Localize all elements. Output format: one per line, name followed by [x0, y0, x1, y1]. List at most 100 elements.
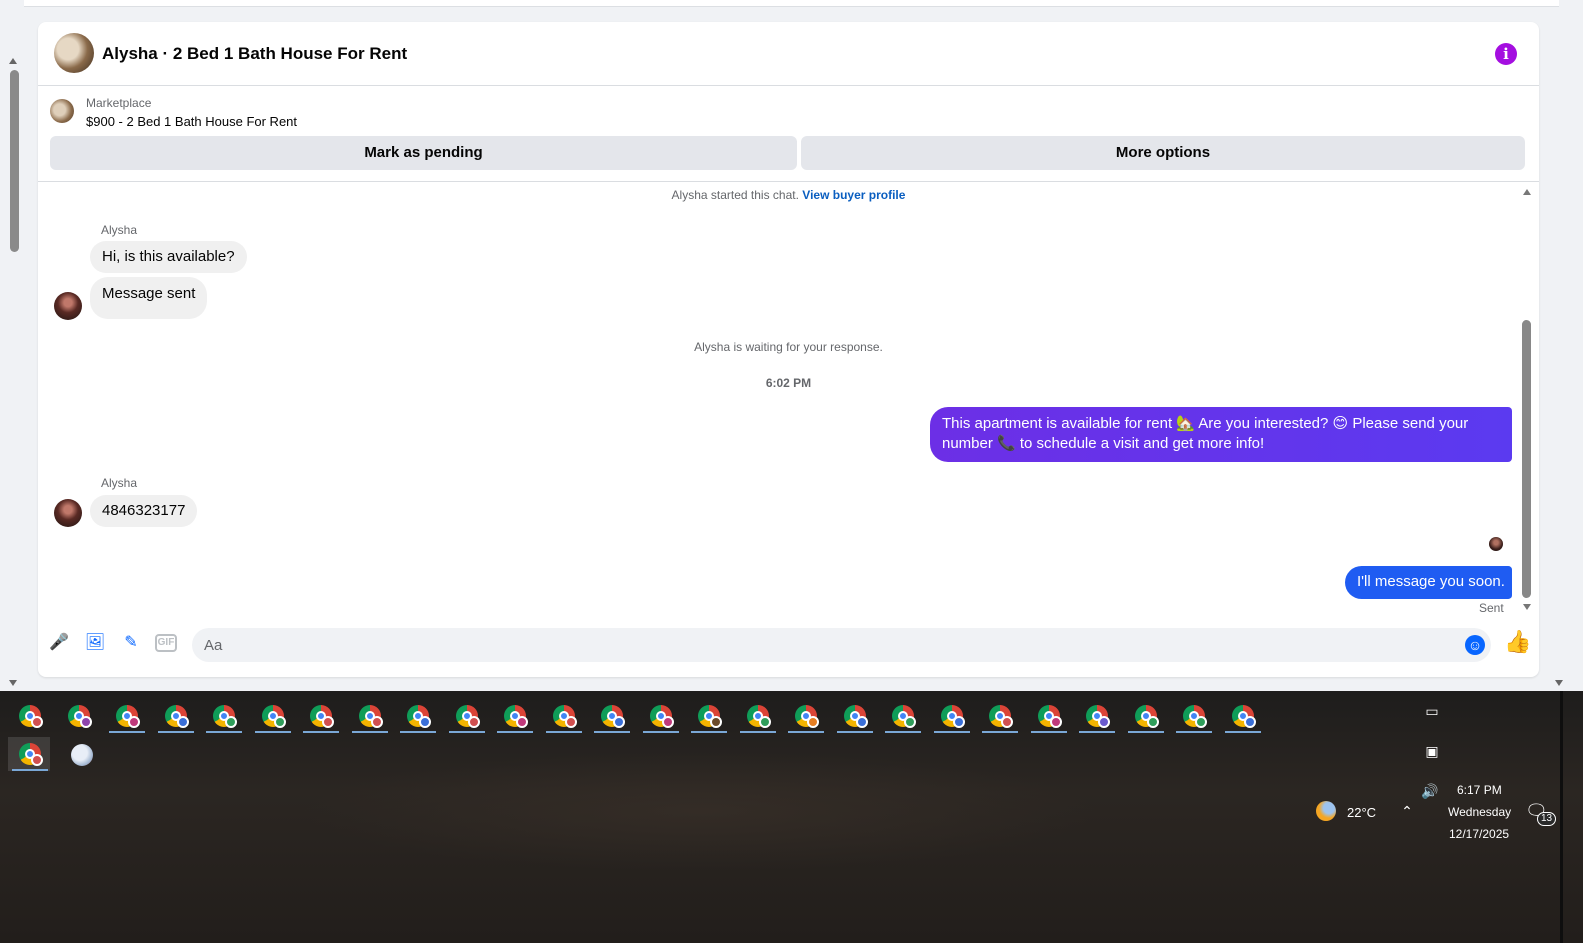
taskbar-chrome-window[interactable]: [784, 699, 826, 733]
profile-badge: [31, 754, 43, 766]
open-indicator: [448, 731, 485, 733]
scroll-down-arrow[interactable]: [9, 680, 17, 686]
mic-icon[interactable]: 🎤: [48, 632, 70, 654]
scroll-thumb[interactable]: [10, 70, 19, 252]
open-indicator: [739, 731, 776, 733]
thread-scroll-up-arrow[interactable]: [1523, 189, 1531, 195]
emoji-icon[interactable]: ☺: [1465, 635, 1485, 655]
sender-avatar[interactable]: [54, 292, 82, 320]
chevron-up-icon[interactable]: ⌃: [1399, 803, 1415, 820]
sender-name: Alysha: [101, 223, 138, 237]
pinned-app-icon: [71, 744, 93, 766]
taskbar-chrome-window[interactable]: [639, 699, 681, 733]
open-indicator: [691, 731, 727, 733]
taskbar-chrome-window[interactable]: [299, 699, 341, 733]
profile-badge: [31, 716, 43, 728]
open-indicator: [1030, 731, 1067, 733]
taskbar-chrome-window[interactable]: [1027, 699, 1069, 733]
taskbar-chrome-window[interactable]: [202, 699, 244, 733]
photo-icon[interactable]: 🖼: [84, 632, 106, 654]
profile-badge: [758, 716, 771, 728]
listing-thumbnail[interactable]: [50, 99, 74, 123]
open-indicator: [303, 731, 339, 733]
profile-badge: [273, 716, 286, 728]
taskbar-chrome-window[interactable]: [736, 699, 778, 733]
taskbar-pinned-app[interactable]: [66, 739, 98, 771]
sent-status: Sent: [1479, 601, 1504, 615]
like-icon[interactable]: 👍: [1504, 629, 1531, 655]
message-input[interactable]: [204, 628, 1444, 662]
profile-badge: [613, 716, 625, 728]
gif-icon[interactable]: GIF: [155, 634, 177, 652]
profile-badge: [564, 716, 577, 728]
taskbar-chrome-window[interactable]: [8, 699, 50, 733]
open-indicator: [206, 731, 242, 733]
taskbar-chrome-window[interactable]: [396, 699, 438, 733]
incoming-message[interactable]: Message sent: [90, 277, 208, 319]
view-buyer-profile-link[interactable]: View buyer profile: [802, 188, 905, 202]
volume-icon[interactable]: 🔊: [1421, 783, 1439, 800]
outgoing-message[interactable]: This apartment is available for rent 🏡 A…: [930, 407, 1512, 462]
taskbar-chrome-window[interactable]: [833, 699, 875, 733]
scroll-up-arrow[interactable]: [9, 58, 17, 64]
open-indicator: [109, 731, 145, 733]
profile-badge: [419, 716, 431, 728]
listing-avatar[interactable]: [54, 33, 94, 73]
taskbar-chrome-window[interactable]: [251, 699, 293, 733]
outgoing-message[interactable]: I'll message you soon.: [1345, 566, 1512, 599]
right-scroll-down-arrow[interactable]: [1555, 680, 1563, 686]
sender-avatar[interactable]: [54, 499, 82, 527]
mark-as-pending-button[interactable]: Mark as pending: [50, 136, 797, 170]
weather-temp[interactable]: 22°C: [1347, 805, 1376, 820]
active-indicator: [12, 769, 48, 771]
taskbar-chrome-window[interactable]: [105, 699, 147, 733]
sticker-icon[interactable]: ✎: [120, 632, 142, 654]
open-indicator: [1079, 731, 1115, 733]
taskbar-chrome-window[interactable]: [57, 699, 99, 733]
message-input-wrapper[interactable]: ☺: [192, 628, 1491, 662]
page-scrollbar[interactable]: [0, 0, 22, 693]
profile-badge: [176, 716, 189, 728]
profile-badge: [370, 716, 383, 728]
open-indicator: [1176, 731, 1212, 733]
thread-scrollbar[interactable]: [1521, 183, 1533, 617]
tablet-mode-icon[interactable]: ▭: [1424, 703, 1440, 720]
open-indicator: [400, 731, 436, 733]
message-thread[interactable]: Alysha started this chat. View buyer pro…: [38, 183, 1539, 617]
taskbar-chrome-window[interactable]: [445, 699, 487, 733]
chat-start-notice: Alysha started this chat. View buyer pro…: [38, 188, 1539, 202]
listing-category: Marketplace: [86, 96, 152, 110]
taskbar-chrome-window[interactable]: [1075, 699, 1117, 733]
taskbar-chrome-window[interactable]: [1221, 699, 1263, 733]
seen-avatar: [1489, 537, 1503, 551]
taskbar-chrome-window[interactable]: [542, 699, 584, 733]
more-options-button[interactable]: More options: [801, 136, 1525, 170]
clock-date[interactable]: 12/17/2025: [1449, 827, 1509, 841]
taskbar-chrome-window[interactable]: [590, 699, 632, 733]
clock-time[interactable]: 6:17 PM: [1457, 783, 1502, 797]
taskbar-chrome-window[interactable]: [930, 699, 972, 733]
taskbar-chrome-window[interactable]: [1172, 699, 1214, 733]
profile-badge: [1001, 716, 1013, 728]
taskbar-chrome-window[interactable]: [881, 699, 923, 733]
taskbar-chrome-window[interactable]: [154, 699, 196, 733]
weather-moon-icon[interactable]: [1316, 801, 1336, 821]
taskbar-chrome-active[interactable]: [8, 737, 50, 771]
incoming-message[interactable]: Hi, is this available?: [90, 241, 247, 273]
top-strip: [24, 0, 1559, 7]
thread-scroll-down-arrow[interactable]: [1523, 604, 1531, 610]
thread-scroll-thumb[interactable]: [1522, 320, 1531, 598]
taskbar-chrome-window[interactable]: [978, 699, 1020, 733]
taskbar-chrome-window[interactable]: [687, 699, 729, 733]
info-icon[interactable]: i: [1495, 43, 1517, 65]
taskbar-chrome-window[interactable]: [493, 699, 535, 733]
taskbar-chrome-window[interactable]: [1124, 699, 1166, 733]
profile-badge: [904, 716, 916, 728]
clock-day[interactable]: Wednesday: [1448, 805, 1511, 819]
open-indicator: [1127, 731, 1164, 733]
taskbar-chrome-window[interactable]: [348, 699, 390, 733]
conversation-title[interactable]: Alysha · 2 Bed 1 Bath House For Rent: [102, 44, 407, 64]
listing-price-title[interactable]: $900 - 2 Bed 1 Bath House For Rent: [86, 114, 297, 129]
display-icon[interactable]: ▣: [1424, 743, 1440, 760]
incoming-message[interactable]: 4846323177: [90, 495, 198, 527]
